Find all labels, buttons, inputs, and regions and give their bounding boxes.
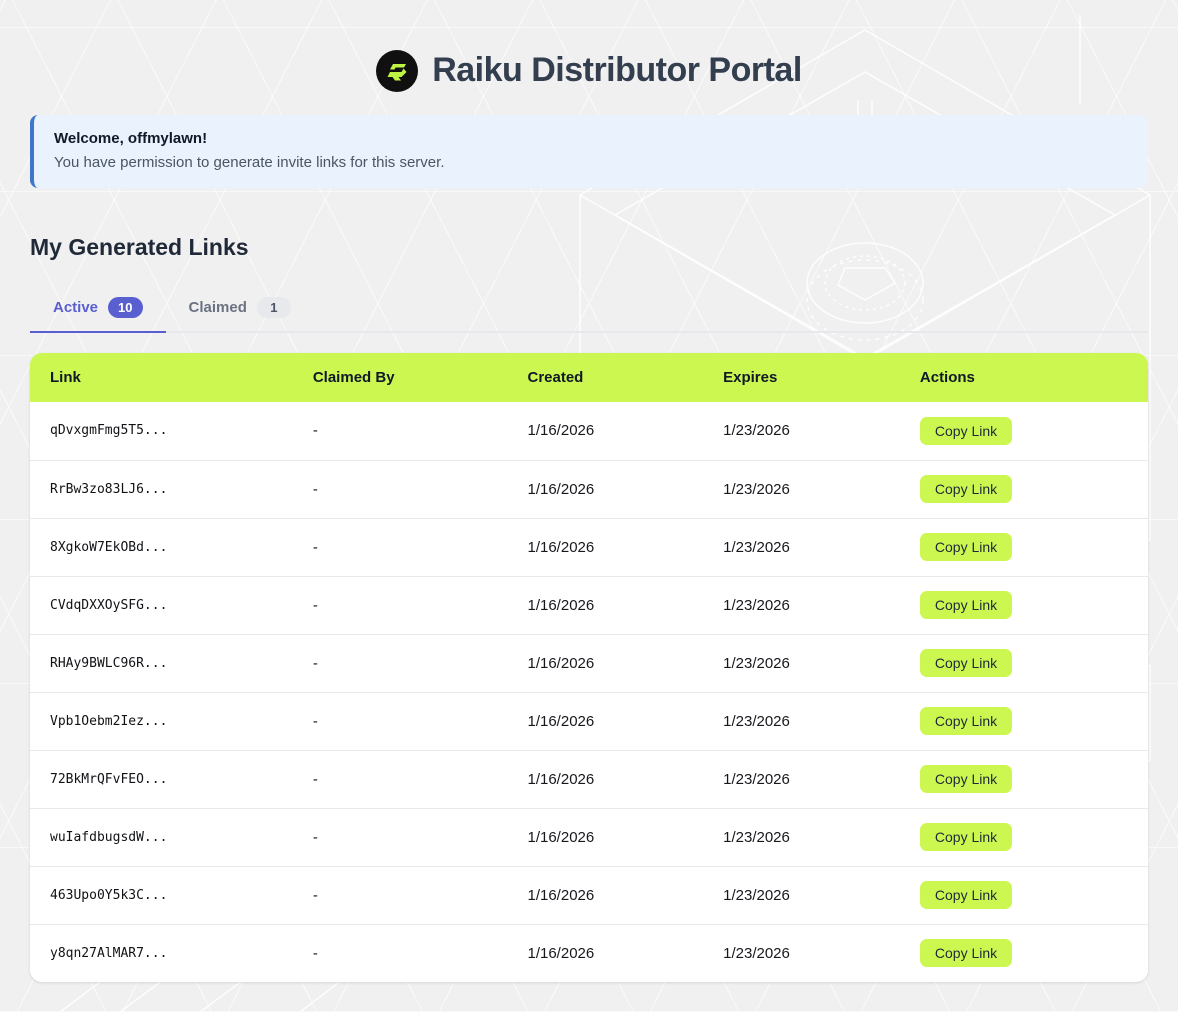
claimed-by-cell: - [313, 866, 528, 924]
page-container: Raiku Distributor Portal Welcome, offmyl… [0, 0, 1178, 982]
copy-link-button[interactable]: Copy Link [920, 417, 1012, 445]
created-cell: 1/16/2026 [527, 808, 723, 866]
created-cell: 1/16/2026 [527, 924, 723, 982]
table-row: qDvxgmFmg5T5... - 1/16/2026 1/23/2026 Co… [30, 402, 1148, 460]
claimed-by-cell: - [313, 576, 528, 634]
links-table: Link Claimed By Created Expires Actions … [30, 353, 1148, 982]
table-row: 72BkMrQFvFEO... - 1/16/2026 1/23/2026 Co… [30, 750, 1148, 808]
table-row: RrBw3zo83LJ6... - 1/16/2026 1/23/2026 Co… [30, 460, 1148, 518]
expires-cell: 1/23/2026 [723, 518, 920, 576]
claimed-by-cell: - [313, 634, 528, 692]
table-row: Vpb1Oebm2Iez... - 1/16/2026 1/23/2026 Co… [30, 692, 1148, 750]
table-row: RHAy9BWLC96R... - 1/16/2026 1/23/2026 Co… [30, 634, 1148, 692]
expires-cell: 1/23/2026 [723, 924, 920, 982]
welcome-banner-message: You have permission to generate invite l… [54, 154, 1128, 171]
actions-cell: Copy Link [920, 808, 1148, 866]
tab-active[interactable]: Active 10 [30, 287, 166, 333]
column-header-expires: Expires [723, 353, 920, 402]
tab-claimed[interactable]: Claimed 1 [166, 287, 314, 333]
claimed-by-cell: - [313, 402, 528, 460]
expires-cell: 1/23/2026 [723, 750, 920, 808]
link-code-cell: CVdqDXXOySFG... [30, 576, 313, 634]
claimed-by-cell: - [313, 460, 528, 518]
link-code-cell: RHAy9BWLC96R... [30, 634, 313, 692]
expires-cell: 1/23/2026 [723, 866, 920, 924]
expires-cell: 1/23/2026 [723, 576, 920, 634]
copy-link-button[interactable]: Copy Link [920, 533, 1012, 561]
actions-cell: Copy Link [920, 460, 1148, 518]
tab-active-label: Active [53, 299, 98, 316]
created-cell: 1/16/2026 [527, 576, 723, 634]
links-table-body: qDvxgmFmg5T5... - 1/16/2026 1/23/2026 Co… [30, 402, 1148, 982]
copy-link-button[interactable]: Copy Link [920, 823, 1012, 851]
created-cell: 1/16/2026 [527, 460, 723, 518]
links-table-card: Link Claimed By Created Expires Actions … [30, 353, 1148, 982]
expires-cell: 1/23/2026 [723, 460, 920, 518]
link-code-cell: 8XgkoW7EkOBd... [30, 518, 313, 576]
link-code-cell: y8qn27AlMAR7... [30, 924, 313, 982]
column-header-link: Link [30, 353, 313, 402]
created-cell: 1/16/2026 [527, 692, 723, 750]
actions-cell: Copy Link [920, 518, 1148, 576]
welcome-banner-title: Welcome, offmylawn! [54, 130, 1128, 147]
actions-cell: Copy Link [920, 692, 1148, 750]
tab-claimed-label: Claimed [189, 299, 247, 316]
claimed-by-cell: - [313, 750, 528, 808]
actions-cell: Copy Link [920, 866, 1148, 924]
tab-active-count-badge: 10 [108, 297, 142, 318]
claimed-by-cell: - [313, 808, 528, 866]
actions-cell: Copy Link [920, 402, 1148, 460]
link-code-cell: 72BkMrQFvFEO... [30, 750, 313, 808]
actions-cell: Copy Link [920, 924, 1148, 982]
table-row: wuIafdbugsdW... - 1/16/2026 1/23/2026 Co… [30, 808, 1148, 866]
copy-link-button[interactable]: Copy Link [920, 765, 1012, 793]
claimed-by-cell: - [313, 692, 528, 750]
expires-cell: 1/23/2026 [723, 692, 920, 750]
expires-cell: 1/23/2026 [723, 634, 920, 692]
actions-cell: Copy Link [920, 750, 1148, 808]
link-code-cell: wuIafdbugsdW... [30, 808, 313, 866]
actions-cell: Copy Link [920, 634, 1148, 692]
created-cell: 1/16/2026 [527, 866, 723, 924]
link-code-cell: 463Upo0Y5k3C... [30, 866, 313, 924]
table-row: 463Upo0Y5k3C... - 1/16/2026 1/23/2026 Co… [30, 866, 1148, 924]
app-header: Raiku Distributor Portal [30, 0, 1148, 105]
link-code-cell: RrBw3zo83LJ6... [30, 460, 313, 518]
created-cell: 1/16/2026 [527, 402, 723, 460]
copy-link-button[interactable]: Copy Link [920, 649, 1012, 677]
copy-link-button[interactable]: Copy Link [920, 475, 1012, 503]
created-cell: 1/16/2026 [527, 518, 723, 576]
created-cell: 1/16/2026 [527, 750, 723, 808]
table-row: 8XgkoW7EkOBd... - 1/16/2026 1/23/2026 Co… [30, 518, 1148, 576]
link-code-cell: qDvxgmFmg5T5... [30, 402, 313, 460]
page-title: Raiku Distributor Portal [432, 51, 802, 90]
column-header-created: Created [527, 353, 723, 402]
copy-link-button[interactable]: Copy Link [920, 707, 1012, 735]
table-row: CVdqDXXOySFG... - 1/16/2026 1/23/2026 Co… [30, 576, 1148, 634]
actions-cell: Copy Link [920, 576, 1148, 634]
table-row: y8qn27AlMAR7... - 1/16/2026 1/23/2026 Co… [30, 924, 1148, 982]
created-cell: 1/16/2026 [527, 634, 723, 692]
links-tabs: Active 10 Claimed 1 [30, 287, 1148, 333]
claimed-by-cell: - [313, 518, 528, 576]
section-title: My Generated Links [30, 234, 1148, 261]
links-table-header: Link Claimed By Created Expires Actions [30, 353, 1148, 402]
claimed-by-cell: - [313, 924, 528, 982]
welcome-banner: Welcome, offmylawn! You have permission … [30, 115, 1148, 188]
link-code-cell: Vpb1Oebm2Iez... [30, 692, 313, 750]
raiku-logo-icon [376, 50, 418, 92]
expires-cell: 1/23/2026 [723, 402, 920, 460]
tab-claimed-count-badge: 1 [257, 297, 291, 318]
copy-link-button[interactable]: Copy Link [920, 881, 1012, 909]
copy-link-button[interactable]: Copy Link [920, 939, 1012, 967]
expires-cell: 1/23/2026 [723, 808, 920, 866]
column-header-claimed-by: Claimed By [313, 353, 528, 402]
copy-link-button[interactable]: Copy Link [920, 591, 1012, 619]
column-header-actions: Actions [920, 353, 1148, 402]
